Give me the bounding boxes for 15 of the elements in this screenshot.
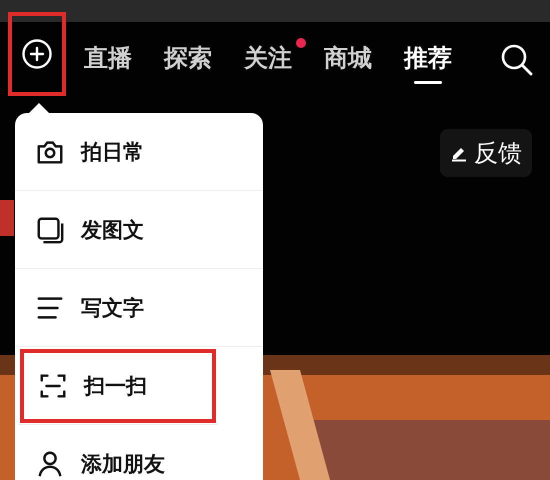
feedback-button[interactable]: 反馈 (440, 129, 532, 177)
nav-tab[interactable]: 商城 (320, 36, 376, 84)
nav-tab[interactable]: 关注 (240, 36, 306, 84)
add-button[interactable] (8, 12, 66, 96)
layers-icon (35, 214, 65, 244)
plus-circle-icon (21, 38, 53, 70)
menu-item[interactable]: 写文字 (15, 269, 263, 347)
menu-item[interactable]: 拍日常 (15, 113, 263, 191)
menu-item[interactable]: 发图文 (15, 191, 263, 269)
menu-item[interactable]: 添加朋友 (15, 425, 263, 480)
nav-tab[interactable]: 直播 (80, 36, 136, 84)
nav-tab[interactable]: 探索 (160, 36, 216, 84)
search-icon[interactable] (500, 43, 534, 77)
nav-tab[interactable]: 推荐 (400, 36, 456, 84)
menu-item[interactable]: 扫一扫 (18, 347, 218, 425)
